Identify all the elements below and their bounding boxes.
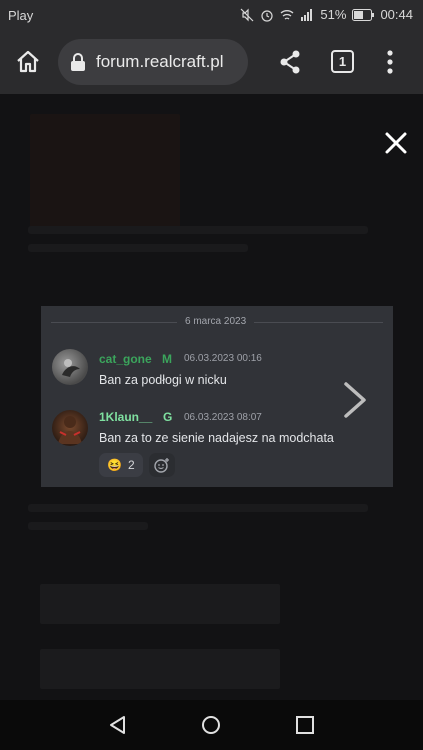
home-icon[interactable] (14, 48, 42, 76)
reaction-count: 2 (127, 458, 135, 472)
share-icon[interactable] (276, 48, 304, 76)
android-nav-bar (0, 700, 423, 750)
background-text-line (28, 226, 368, 234)
lock-icon (71, 53, 85, 71)
home-nav-icon[interactable] (201, 715, 221, 735)
more-menu-icon[interactable] (384, 48, 396, 76)
background-text-line (28, 504, 368, 512)
lightbox-image: 6 marca 2023 cat_gone M 06.03.2023 00:16… (41, 306, 393, 487)
carrier-label: Play (8, 8, 34, 23)
message-text: Ban za to ze sienie nadajesz na modchata (99, 431, 334, 445)
message-author: cat_gone (99, 352, 152, 366)
back-icon[interactable] (108, 715, 128, 735)
status-icons: 51% 00:44 (240, 7, 413, 22)
background-image (30, 114, 180, 234)
message-author: 1Klaun__ (99, 410, 153, 424)
dimmed-page: 6 marca 2023 cat_gone M 06.03.2023 00:16… (0, 94, 423, 700)
add-reaction-button (149, 453, 175, 477)
wifi-icon (280, 9, 294, 20)
message-timestamp: 06.03.2023 08:07 (184, 412, 262, 423)
status-bar: Play 51% 00:44 (0, 0, 423, 30)
avatar (52, 410, 88, 446)
recents-icon[interactable] (296, 716, 314, 734)
background-text-line (28, 522, 148, 530)
date-label: 6 marca 2023 (177, 316, 255, 327)
battery-icon (352, 8, 375, 21)
add-reaction-icon (154, 458, 169, 473)
clock: 00:44 (380, 7, 413, 22)
close-icon[interactable] (384, 131, 408, 155)
next-image-arrow[interactable] (342, 380, 370, 420)
background-text-line (28, 244, 248, 252)
battery-percent: 51% (320, 7, 347, 22)
signal-icon (301, 8, 313, 21)
role-badge: M (162, 352, 172, 366)
message-timestamp: 06.03.2023 00:16 (184, 353, 262, 364)
mute-icon (240, 8, 254, 21)
background-quote (40, 649, 280, 689)
browser-toolbar: forum.realcraft.pl 1 (0, 30, 423, 94)
message-text: Ban za podłogi w nicku (99, 373, 227, 387)
tab-switcher-button[interactable]: 1 (331, 50, 354, 73)
address-bar[interactable]: forum.realcraft.pl (58, 39, 248, 85)
alarm-icon (261, 9, 274, 22)
avatar (52, 349, 88, 385)
role-badge: G (163, 410, 173, 424)
url-text: forum.realcraft.pl (96, 52, 224, 71)
background-quote (40, 584, 280, 624)
reaction-chip: 😆 2 (99, 453, 143, 477)
reaction-emoji: 😆 (107, 458, 122, 472)
